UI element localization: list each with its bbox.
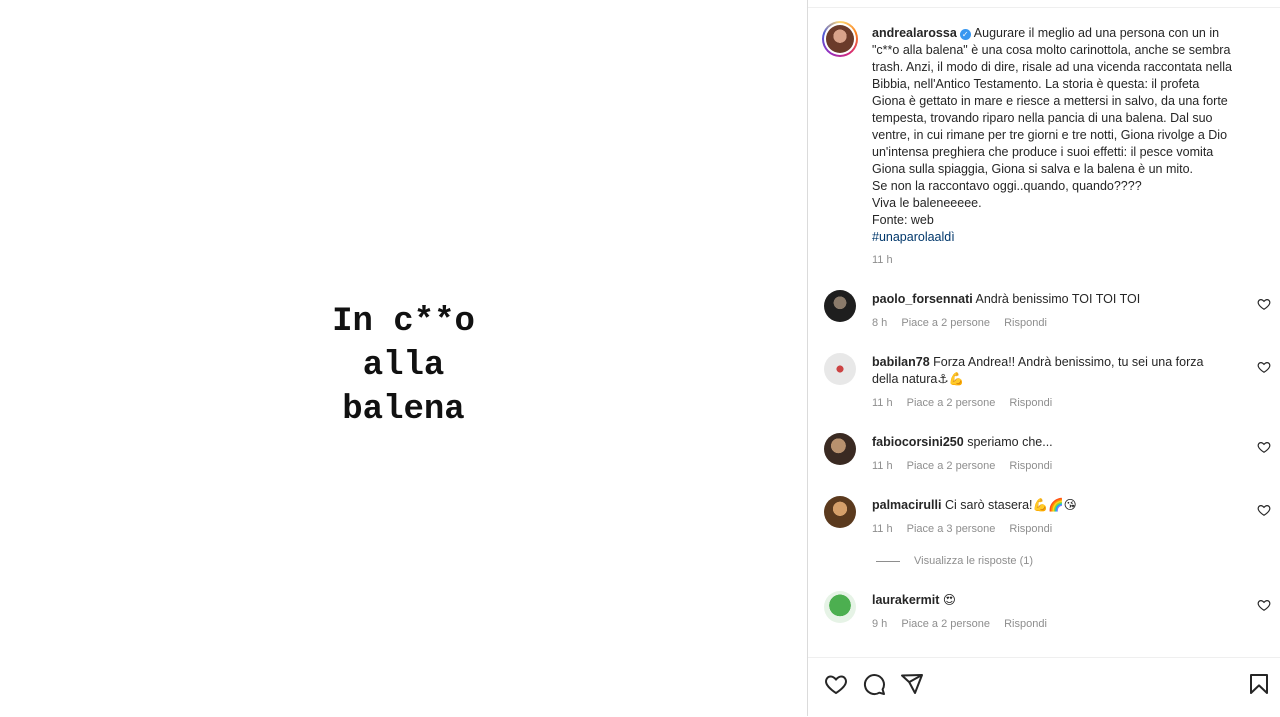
commenter-avatar[interactable] (824, 433, 856, 465)
comment-body: fabiocorsini250 speriamo che... (872, 434, 1232, 451)
caption-line: "c**o alla balena" è una cosa molto cari… (872, 43, 1231, 57)
comment-likes[interactable]: Piace a 3 persone (907, 523, 996, 535)
caption-line: Se non la raccontavo oggi..quando, quand… (872, 179, 1142, 193)
share-send-icon[interactable] (900, 672, 924, 696)
comment-body: babilan78 Forza Andrea!! Andrà benissimo… (872, 354, 1232, 388)
comment-text: Andrà benissimo TOI TOI TOI (975, 292, 1141, 306)
comment-likes[interactable]: Piace a 2 persone (901, 317, 990, 329)
caption-line: Fonte: web (872, 213, 934, 227)
like-heart-icon[interactable] (824, 672, 848, 696)
comment-body: palmacirulli Ci sarò stasera!💪🌈😘 (872, 497, 1232, 514)
comment-text: Ci sarò stasera!💪🌈😘 (944, 498, 1077, 512)
like-comment-heart-icon[interactable] (1257, 503, 1271, 517)
comment-time[interactable]: 11 h (872, 397, 893, 409)
commenter-avatar[interactable] (824, 591, 856, 623)
caption-line: Augurare il meglio ad una persona con un… (973, 26, 1220, 40)
comment-meta: 11 h Piace a 2 persone Rispondi (872, 460, 1063, 472)
comment-body: laurakermit 😍 (872, 592, 1232, 609)
caption-line: ventre, in cui rimane per tre giorni e t… (872, 128, 1228, 142)
comment-likes[interactable]: Piace a 2 persone (907, 397, 996, 409)
save-bookmark-icon[interactable] (1247, 672, 1271, 696)
commenter-username[interactable]: laurakermit (872, 593, 939, 607)
post-action-bar (808, 657, 1280, 717)
reply-button[interactable]: Rispondi (1004, 317, 1047, 329)
post-image[interactable]: In c**o alla balena (0, 0, 807, 716)
comment-time[interactable]: 11 h (872, 460, 893, 472)
comment-meta: 11 h Piace a 2 persone Rispondi (872, 397, 1063, 409)
caption-line: Giona sulla spiaggia, Giona si salva e l… (872, 162, 1194, 176)
like-comment-heart-icon[interactable] (1257, 598, 1271, 612)
like-comment-heart-icon[interactable] (1257, 297, 1271, 311)
comment-time[interactable]: 11 h (872, 523, 893, 535)
comment-text: Forza Andrea!! Andrà benissimo, tu sei u… (933, 355, 1204, 369)
commenter-avatar[interactable] (824, 290, 856, 322)
reply-button[interactable]: Rispondi (1009, 460, 1052, 472)
author-avatar[interactable] (822, 21, 858, 57)
like-comment-heart-icon[interactable] (1257, 440, 1271, 454)
comment-meta: 9 h Piace a 2 persone Rispondi (872, 618, 1058, 630)
caption-line: tempesta, trovando riparo nella pancia d… (872, 111, 1213, 125)
commenter-username[interactable]: palmacirulli (872, 498, 941, 512)
like-comment-heart-icon[interactable] (1257, 360, 1271, 374)
caption-line: Bibbia, nell'Antico Testamento. La stori… (872, 77, 1200, 91)
verified-badge-icon: ✓ (959, 29, 971, 40)
commenter-username[interactable]: fabiocorsini250 (872, 435, 964, 449)
hashtag-link[interactable]: #unaparolaaldì (872, 229, 1252, 246)
comment-time[interactable]: 9 h (872, 618, 887, 630)
post-caption: andrealarossa ✓ Augurare il meglio ad una … (872, 25, 1252, 246)
comment-text: della natura⚓💪 (872, 372, 965, 386)
comment-time[interactable]: 8 h (872, 317, 887, 329)
comment-text: 😍 (942, 593, 956, 607)
post-image-text: In c**o alla balena (332, 303, 475, 429)
reply-button[interactable]: Rispondi (1009, 523, 1052, 535)
comment-meta: 11 h Piace a 3 persone Rispondi (872, 523, 1063, 535)
divider (808, 7, 1280, 8)
view-replies-label: Visualizza le risposte (1) (914, 555, 1034, 567)
comment-text: speriamo che... (967, 435, 1053, 449)
post-sidebar: andrealarossa ✓ Augurare il meglio ad una … (807, 0, 1280, 716)
comment-body: paolo_forsennati Andrà benissimo TOI TOI… (872, 291, 1232, 308)
reply-button[interactable]: Rispondi (1009, 397, 1052, 409)
reply-button[interactable]: Rispondi (1004, 618, 1047, 630)
author-username[interactable]: andrealarossa (872, 26, 957, 40)
view-replies-button[interactable]: Visualizza le risposte (1) (876, 555, 1033, 567)
commenter-avatar[interactable] (824, 353, 856, 385)
caption-line: trash. Anzi, il modo di dire, risale ad … (872, 60, 1232, 74)
divider (876, 560, 900, 562)
caption-line: Giona è gettato in mare e riesce a mette… (872, 94, 1228, 108)
comment-meta: 8 h Piace a 2 persone Rispondi (872, 317, 1058, 329)
commenter-username[interactable]: paolo_forsennati (872, 292, 973, 306)
commenter-username[interactable]: babilan78 (872, 355, 930, 369)
caption-line: un'intensa preghiera che produce i suoi … (872, 145, 1214, 159)
comment-likes[interactable]: Piace a 2 persone (907, 460, 996, 472)
commenter-avatar[interactable] (824, 496, 856, 528)
caption-timestamp[interactable]: 11 h (872, 254, 893, 266)
comment-icon[interactable] (862, 672, 886, 696)
caption-line: Viva le baleneeeee. (872, 196, 982, 210)
comment-likes[interactable]: Piace a 2 persone (901, 618, 990, 630)
